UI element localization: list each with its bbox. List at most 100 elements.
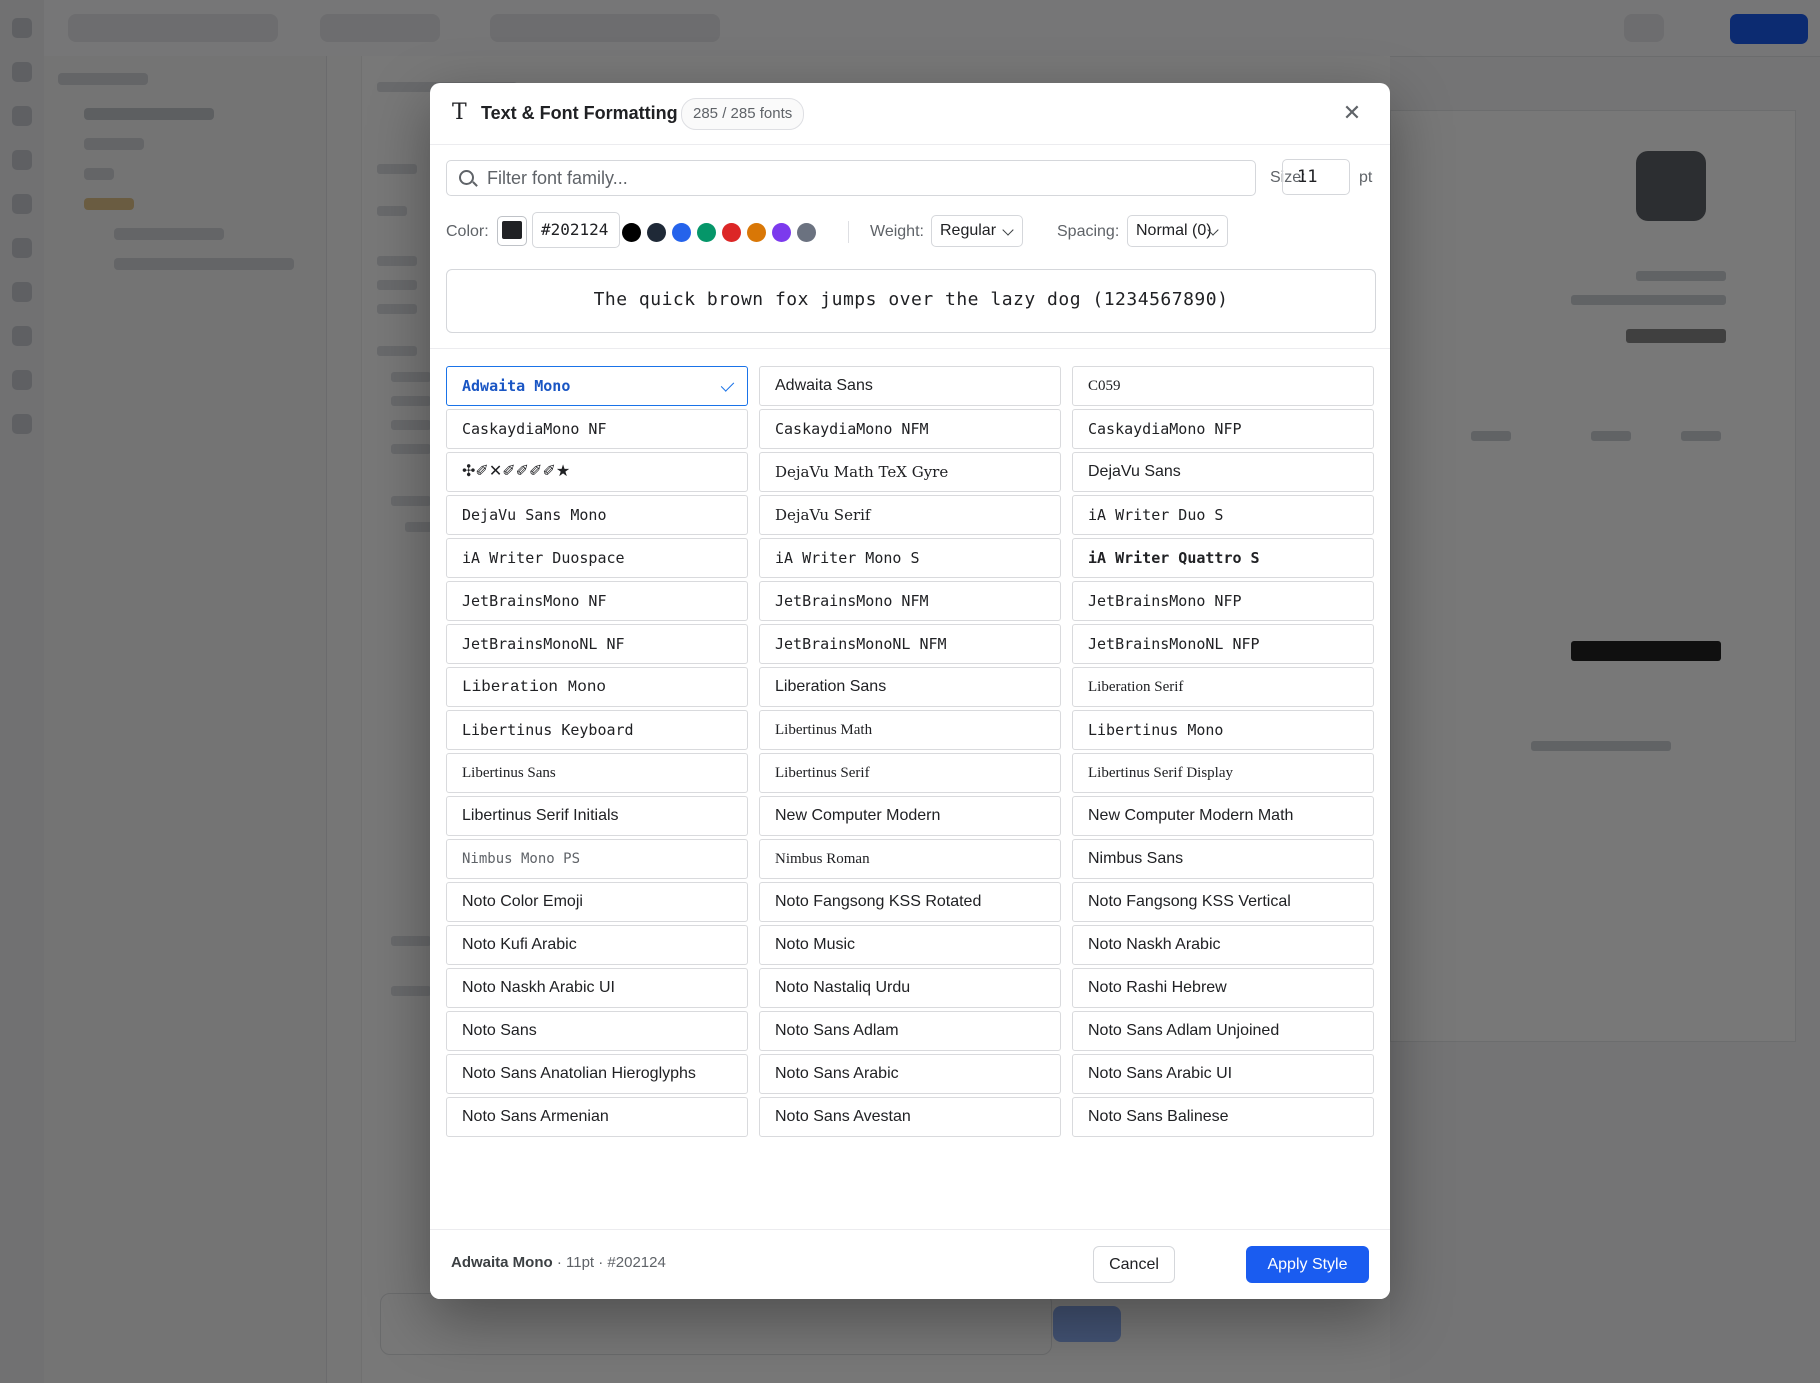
font-option-label: Noto Sans Arabic [775, 1065, 899, 1082]
font-option[interactable]: Noto Sans Anatolian Hieroglyphs [446, 1054, 748, 1094]
spacing-label: Spacing: [1057, 223, 1120, 240]
font-option[interactable]: DejaVu Sans [1072, 452, 1374, 492]
font-option-label: Noto Sans Armenian [462, 1108, 609, 1125]
color-swatch[interactable] [697, 223, 716, 242]
font-option-label: Libertinus Serif [775, 765, 870, 781]
color-swatch[interactable] [722, 223, 741, 242]
apply-style-button[interactable]: Apply Style [1246, 1246, 1369, 1283]
font-option[interactable]: Noto Sans Adlam [759, 1011, 1061, 1051]
font-option[interactable]: Noto Sans Balinese [1072, 1097, 1374, 1137]
font-option[interactable]: JetBrainsMono NF [446, 581, 748, 621]
font-option[interactable]: Nimbus Mono PS [446, 839, 748, 879]
font-option[interactable]: Liberation Sans [759, 667, 1061, 707]
font-option-label: New Computer Modern Math [1088, 807, 1294, 824]
font-option[interactable]: Libertinus Serif Display [1072, 753, 1374, 793]
font-option[interactable]: Libertinus Serif Initials [446, 796, 748, 836]
font-option[interactable]: JetBrainsMono NFP [1072, 581, 1374, 621]
font-option[interactable]: Noto Kufi Arabic [446, 925, 748, 965]
font-list-scroll[interactable]: Adwaita Mono Adwaita Sans C059 CaskaydiaMon… [430, 348, 1390, 1235]
font-option-label: Adwaita Sans [775, 377, 873, 394]
font-option-label: Nimbus Sans [1088, 850, 1184, 867]
font-option-label: Libertinus Math [775, 722, 873, 738]
font-option-label: Noto Sans Adlam Unjoined [1088, 1022, 1280, 1039]
font-option[interactable]: New Computer Modern Math [1072, 796, 1374, 836]
cancel-button[interactable]: Cancel [1093, 1246, 1175, 1283]
font-option[interactable]: Noto Sans [446, 1011, 748, 1051]
font-option[interactable]: JetBrainsMonoNL NFP [1072, 624, 1374, 664]
font-formatting-dialog: T Text & Font Formatting 285 / 285 fonts… [430, 83, 1390, 1299]
dialog-footer: Adwaita Mono · 11pt · #202124 Cancel App… [430, 1229, 1390, 1299]
font-option[interactable]: CaskaydiaMono NFM [759, 409, 1061, 449]
font-option[interactable]: iA Writer Mono S [759, 538, 1061, 578]
font-option[interactable]: Liberation Mono [446, 667, 748, 707]
font-option-label: Nimbus Roman [775, 851, 870, 867]
color-hex-input[interactable]: #202124 [532, 212, 620, 248]
selection-summary: Adwaita Mono · 11pt · #202124 [451, 1254, 666, 1271]
color-swatch[interactable] [622, 223, 641, 242]
font-option[interactable]: Noto Fangsong KSS Rotated [759, 882, 1061, 922]
font-option-label: Noto Color Emoji [462, 893, 583, 910]
font-count-badge: 285 / 285 fonts [681, 98, 805, 130]
font-option[interactable]: Libertinus Serif [759, 753, 1061, 793]
font-option[interactable]: Noto Music [759, 925, 1061, 965]
color-swatch[interactable] [747, 223, 766, 242]
font-option[interactable]: C059 [1072, 366, 1374, 406]
chevron-down-icon [1002, 224, 1014, 236]
font-option[interactable]: CaskaydiaMono NF [446, 409, 748, 449]
font-option-label: DejaVu Sans Mono [462, 506, 607, 524]
weight-select[interactable]: Regular [931, 215, 1023, 247]
color-swatch[interactable] [797, 223, 816, 242]
font-option[interactable]: Adwaita Mono [446, 366, 748, 406]
font-filter-field[interactable] [446, 160, 1256, 196]
font-option-label: Noto Rashi Hebrew [1088, 979, 1227, 996]
font-option[interactable]: Libertinus Mono [1072, 710, 1374, 750]
font-option[interactable]: Libertinus Keyboard [446, 710, 748, 750]
font-option[interactable]: JetBrainsMonoNL NFM [759, 624, 1061, 664]
font-option[interactable]: Liberation Serif [1072, 667, 1374, 707]
font-option-label: iA Writer Duo S [1088, 506, 1224, 524]
color-picker-button[interactable] [497, 216, 527, 246]
font-option[interactable]: Nimbus Sans [1072, 839, 1374, 879]
font-option[interactable]: New Computer Modern [759, 796, 1061, 836]
font-option[interactable]: ✣✐✕✐✐✐✐★ [446, 452, 748, 492]
font-option[interactable]: JetBrainsMono NFM [759, 581, 1061, 621]
font-option[interactable]: DejaVu Serif [759, 495, 1061, 535]
font-option[interactable]: Noto Sans Avestan [759, 1097, 1061, 1137]
font-option[interactable]: Noto Sans Arabic UI [1072, 1054, 1374, 1094]
font-option[interactable]: Noto Color Emoji [446, 882, 748, 922]
font-option[interactable]: DejaVu Math TeX Gyre [759, 452, 1061, 492]
font-option[interactable]: Libertinus Math [759, 710, 1061, 750]
font-option-label: JetBrainsMono NF [462, 592, 607, 610]
color-swatch[interactable] [647, 223, 666, 242]
size-input[interactable]: 11 [1282, 159, 1350, 195]
check-icon [720, 378, 735, 392]
font-option[interactable]: Libertinus Sans [446, 753, 748, 793]
font-option-label: DejaVu Sans [1088, 463, 1181, 480]
font-option[interactable]: iA Writer Quattro S [1072, 538, 1374, 578]
font-option[interactable]: Noto Nastaliq Urdu [759, 968, 1061, 1008]
font-filter-input[interactable] [487, 161, 1237, 195]
font-option[interactable]: iA Writer Duospace [446, 538, 748, 578]
size-unit: pt [1359, 169, 1373, 186]
font-option[interactable]: Noto Rashi Hebrew [1072, 968, 1374, 1008]
font-option[interactable]: Noto Naskh Arabic UI [446, 968, 748, 1008]
font-option-label: iA Writer Mono S [775, 549, 920, 567]
font-option-label: Noto Sans Anatolian Hieroglyphs [462, 1065, 696, 1082]
font-option[interactable]: iA Writer Duo S [1072, 495, 1374, 535]
font-option[interactable]: Noto Sans Arabic [759, 1054, 1061, 1094]
font-option[interactable]: Noto Sans Armenian [446, 1097, 748, 1137]
font-option[interactable]: DejaVu Sans Mono [446, 495, 748, 535]
font-option[interactable]: Nimbus Roman [759, 839, 1061, 879]
font-option-label: Libertinus Mono [1088, 721, 1224, 739]
font-option[interactable]: Noto Fangsong KSS Vertical [1072, 882, 1374, 922]
font-option[interactable]: Noto Sans Adlam Unjoined [1072, 1011, 1374, 1051]
color-label: Color: [446, 223, 489, 240]
font-option[interactable]: Noto Naskh Arabic [1072, 925, 1374, 965]
font-option[interactable]: CaskaydiaMono NFP [1072, 409, 1374, 449]
color-swatch[interactable] [672, 223, 691, 242]
font-option[interactable]: JetBrainsMonoNL NF [446, 624, 748, 664]
font-option[interactable]: Adwaita Sans [759, 366, 1061, 406]
color-swatch[interactable] [772, 223, 791, 242]
close-icon[interactable]: ✕ [1338, 99, 1366, 127]
spacing-select[interactable]: Normal (0) [1127, 215, 1228, 247]
